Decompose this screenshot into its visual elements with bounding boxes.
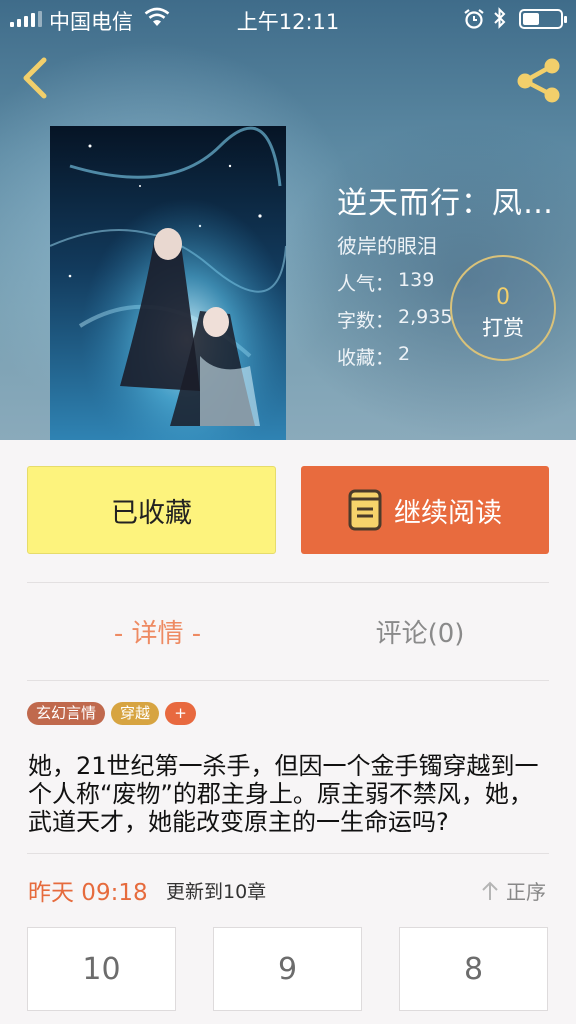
popularity-label: 人气： [337, 273, 395, 295]
tab-detail[interactable]: - 详情 - [75, 612, 240, 656]
continue-reading-label: 继续阅读 [394, 497, 502, 529]
sort-label: 正序 [506, 880, 546, 904]
arrow-up-icon [482, 881, 498, 900]
tip-button[interactable]: 0 打赏 [450, 255, 556, 361]
divider [27, 680, 549, 681]
collect-label: 收藏： [337, 347, 395, 369]
alarm-icon [464, 9, 484, 29]
divider [27, 853, 549, 854]
battery-icon [519, 9, 567, 29]
status-bar: 中国电信 上午12:11 [0, 0, 576, 38]
tip-label: 打赏 [482, 316, 524, 340]
book-icon [348, 489, 382, 531]
update-time: 昨天 09:18 [28, 880, 148, 906]
bluetooth-icon [494, 7, 506, 29]
book-title: 逆天而行：凤… [337, 186, 554, 221]
collect-value: 2 [398, 343, 411, 365]
book-cover-image[interactable] [50, 126, 286, 440]
book-author[interactable]: 彼岸的眼泪 [337, 230, 569, 259]
collected-button[interactable]: 已收藏 [27, 466, 276, 554]
sort-order-button[interactable]: 正序 [480, 876, 546, 905]
tag-list: 玄幻言情 穿越 + [27, 702, 197, 725]
divider [27, 582, 549, 583]
share-button[interactable] [512, 56, 564, 104]
add-tag-button[interactable]: + [165, 702, 197, 725]
chapter-item[interactable]: 9 [213, 927, 362, 1011]
collected-label: 已收藏 [111, 497, 192, 529]
update-text: 更新到10章 [166, 881, 267, 903]
chapter-item[interactable]: 8 [399, 927, 548, 1011]
book-header: 中国电信 上午12:11 逆天而行：凤… 彼岸的眼泪 人气： 139 字数： 2… [0, 0, 576, 440]
book-synopsis: 她，21世纪第一杀手，但因一个金手镯穿越到一个人称“废物”的郡主身上。原主弱不禁… [28, 752, 539, 836]
wordcount-value: 2,935 [398, 306, 453, 328]
tag-xuanhuan-yanqing[interactable]: 玄幻言情 [27, 702, 106, 725]
tag-chuanyue[interactable]: 穿越 [111, 702, 160, 725]
chapter-item[interactable]: 10 [27, 927, 176, 1011]
popularity-value: 139 [398, 269, 435, 291]
update-info: 昨天 09:18 更新到10章 正序 [28, 873, 548, 907]
wordcount-label: 字数： [337, 310, 395, 332]
continue-reading-button[interactable]: 继续阅读 [301, 466, 549, 554]
tip-count: 0 [496, 285, 510, 310]
tab-comments[interactable]: 评论(0) [340, 612, 500, 656]
back-button[interactable] [14, 54, 58, 102]
clock: 上午12:11 [236, 10, 340, 34]
